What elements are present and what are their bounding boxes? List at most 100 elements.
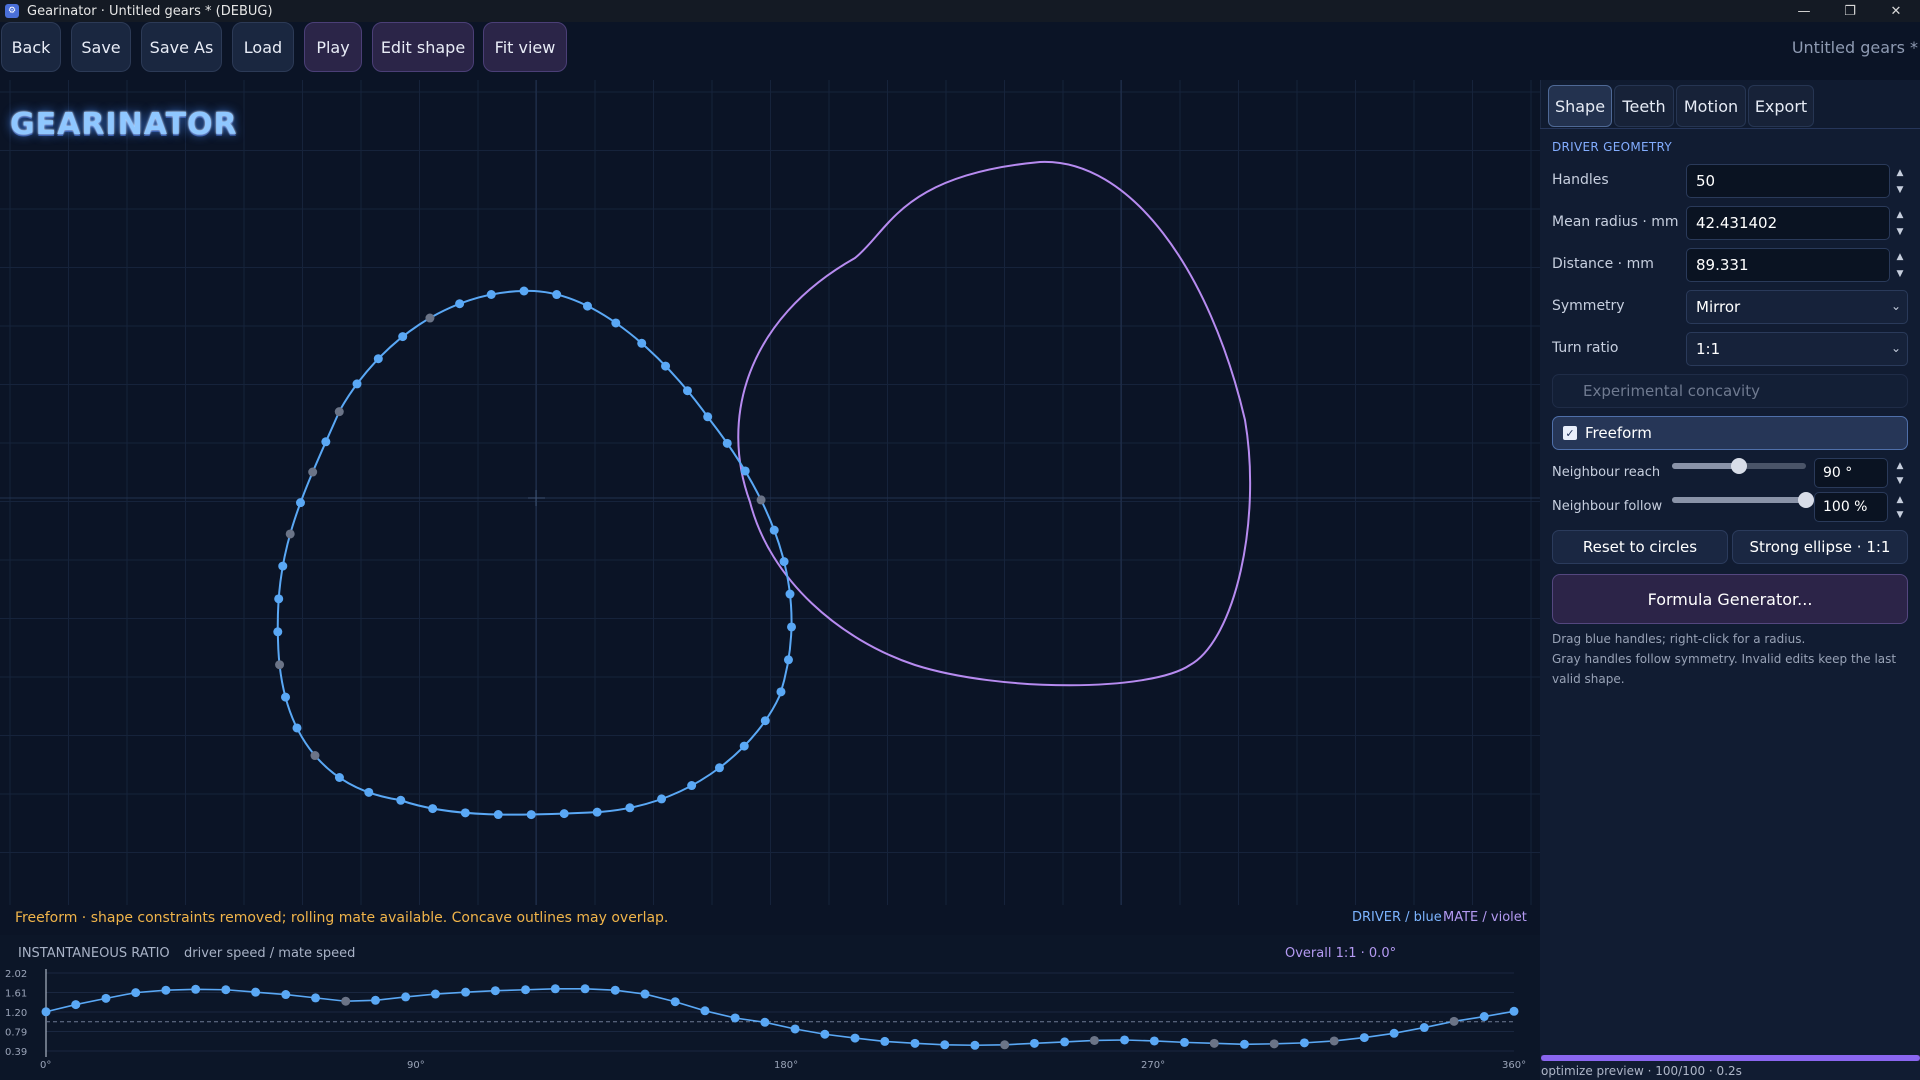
driver-handle[interactable] (687, 781, 697, 791)
save-button[interactable]: Save (71, 22, 131, 72)
neighbour-follow-input[interactable]: 100 % (1814, 492, 1888, 522)
driver-handle[interactable] (396, 795, 406, 805)
neighbour-follow-handle[interactable] (1798, 492, 1814, 508)
driver-handle[interactable] (785, 589, 795, 599)
neighbour-follow-slider[interactable] (1672, 492, 1814, 508)
driver-handle[interactable] (661, 361, 671, 371)
spin-down-icon[interactable]: ▼ (1897, 185, 1904, 195)
driver-handle[interactable] (714, 763, 724, 773)
driver-handle[interactable] (295, 498, 305, 508)
driver-gear-outline[interactable] (276, 289, 793, 816)
freeform-toggle[interactable]: ✓ Freeform (1552, 416, 1908, 450)
distance-spinner[interactable]: ▲ ▼ (1892, 248, 1908, 282)
neighbour-reach-slider[interactable] (1672, 458, 1806, 474)
experimental-concavity-toggle[interactable]: Experimental concavity (1552, 374, 1908, 408)
driver-handle[interactable] (559, 809, 569, 819)
driver-handle[interactable] (278, 561, 288, 571)
ratio-title: INSTANTANEOUS RATIO (18, 946, 170, 961)
driver-handle[interactable] (552, 290, 562, 300)
tab-motion[interactable]: Motion (1676, 85, 1746, 127)
driver-handle[interactable] (787, 622, 797, 632)
driver-handle[interactable] (657, 794, 667, 804)
gear-canvas[interactable] (0, 80, 1540, 905)
spin-up-icon[interactable]: ▲ (1897, 495, 1904, 505)
driver-handle[interactable] (592, 807, 602, 817)
driver-handle[interactable] (273, 627, 283, 637)
driver-handle[interactable] (740, 466, 750, 476)
spin-up-icon[interactable]: ▲ (1897, 461, 1904, 471)
ratio-point (1389, 1028, 1399, 1038)
driver-handle[interactable] (460, 808, 470, 818)
turn-ratio-select[interactable]: 1:1 ⌄ (1686, 332, 1908, 366)
driver-handle[interactable] (428, 804, 438, 814)
tab-shape[interactable]: Shape (1548, 85, 1612, 127)
driver-handle[interactable] (682, 386, 692, 396)
driver-handle[interactable] (769, 525, 779, 535)
driver-handle[interactable] (486, 289, 496, 299)
neighbour-reach-handle[interactable] (1731, 458, 1747, 474)
driver-handle[interactable] (739, 741, 749, 751)
mean-radius-input[interactable]: 42.431402 (1686, 206, 1890, 240)
handles-input[interactable]: 50 (1686, 164, 1890, 198)
driver-handle[interactable] (398, 332, 408, 342)
neighbour-reach-input[interactable]: 90 ° (1814, 458, 1888, 488)
mean-radius-spinner[interactable]: ▲ ▼ (1892, 206, 1908, 240)
driver-handle[interactable] (703, 412, 713, 422)
close-icon[interactable]: ✕ (1873, 0, 1919, 22)
driver-handle[interactable] (274, 594, 284, 604)
spin-up-icon[interactable]: ▲ (1897, 210, 1904, 220)
driver-handle[interactable] (321, 437, 331, 447)
minimize-icon[interactable]: — (1781, 0, 1827, 22)
spin-down-icon[interactable]: ▼ (1897, 227, 1904, 237)
driver-handle[interactable] (722, 438, 732, 448)
ratio-point (1419, 1023, 1429, 1033)
distance-input[interactable]: 89.331 (1686, 248, 1890, 282)
tab-teeth[interactable]: Teeth (1614, 85, 1674, 127)
spin-down-icon[interactable]: ▼ (1897, 510, 1904, 520)
handles-spinner[interactable]: ▲ ▼ (1892, 164, 1908, 198)
strong-ellipse-button[interactable]: Strong ellipse · 1:1 (1732, 530, 1908, 564)
restore-icon[interactable]: ❐ (1827, 0, 1873, 22)
driver-handle[interactable] (526, 810, 536, 820)
fit-view-button[interactable]: Fit view (483, 22, 567, 72)
edit-shape-button[interactable]: Edit shape (372, 22, 474, 72)
spin-down-icon[interactable]: ▼ (1897, 269, 1904, 279)
checkbox-checked-icon[interactable]: ✓ (1563, 426, 1577, 440)
driver-handle[interactable] (364, 787, 374, 797)
load-button[interactable]: Load (232, 22, 294, 72)
help-text-line: valid shape. (1552, 672, 1625, 686)
driver-handle[interactable] (334, 773, 344, 783)
reset-to-circles-button[interactable]: Reset to circles (1552, 530, 1728, 564)
formula-generator-button[interactable]: Formula Generator... (1552, 574, 1908, 624)
tab-export[interactable]: Export (1748, 85, 1814, 127)
play-button[interactable]: Play (304, 22, 362, 72)
mate-gear-outline[interactable] (737, 160, 1252, 687)
driver-handle[interactable] (779, 557, 789, 567)
ratio-x-tick: 0° (40, 1060, 51, 1071)
driver-handle[interactable] (583, 301, 593, 311)
neighbour-reach-spinner[interactable]: ▲ ▼ (1892, 458, 1908, 488)
driver-handle[interactable] (373, 354, 383, 364)
driver-handle[interactable] (292, 723, 302, 733)
driver-handle[interactable] (281, 692, 291, 702)
spin-up-icon[interactable]: ▲ (1897, 168, 1904, 178)
save-as-button[interactable]: Save As (141, 22, 222, 72)
driver-handle[interactable] (776, 687, 786, 697)
driver-handle[interactable] (760, 716, 770, 726)
spin-down-icon[interactable]: ▼ (1897, 476, 1904, 486)
driver-handle[interactable] (783, 655, 793, 665)
driver-handles[interactable] (273, 286, 797, 820)
driver-handle[interactable] (493, 810, 503, 820)
driver-handle[interactable] (637, 338, 647, 348)
driver-handle[interactable] (519, 286, 529, 296)
symmetry-select[interactable]: Mirror ⌄ (1686, 290, 1908, 324)
driver-handle[interactable] (352, 379, 362, 389)
neighbour-follow-spinner[interactable]: ▲ ▼ (1892, 492, 1908, 522)
spin-up-icon[interactable]: ▲ (1897, 252, 1904, 262)
driver-handle[interactable] (625, 803, 635, 813)
driver-handle[interactable] (611, 318, 621, 328)
back-button[interactable]: Back (1, 22, 61, 72)
driver-handle[interactable] (455, 299, 465, 309)
turn-ratio-value: 1:1 (1696, 340, 1721, 358)
gear-canvas-svg[interactable] (0, 80, 1540, 905)
